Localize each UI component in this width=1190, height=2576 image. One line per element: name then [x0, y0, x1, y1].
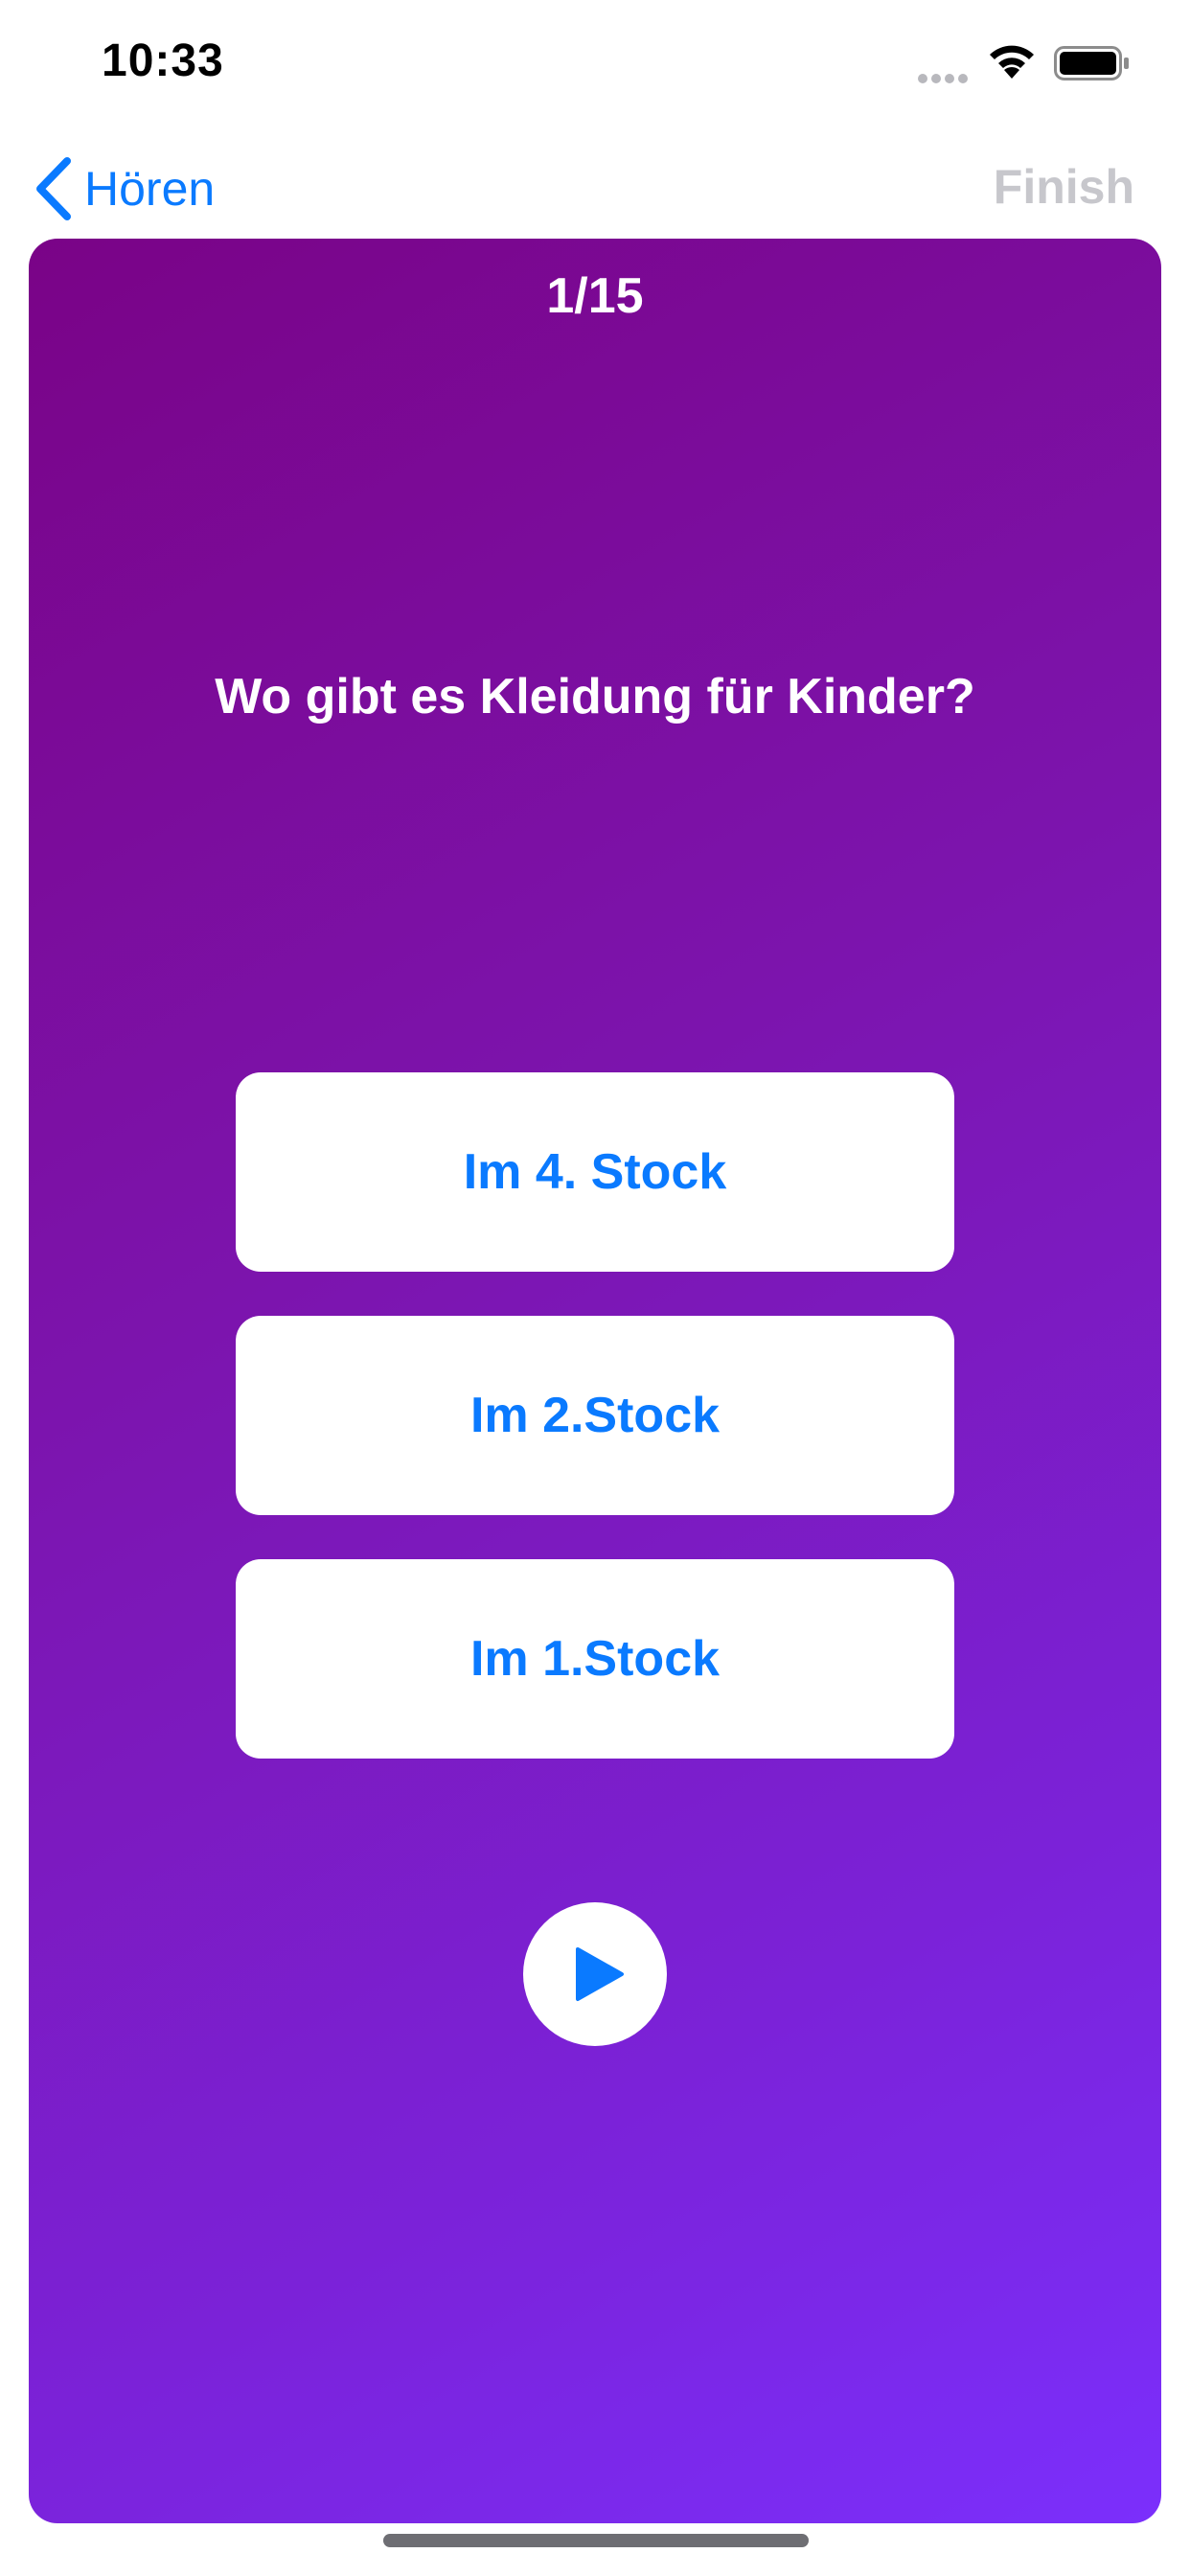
- answer-option-2[interactable]: Im 2.Stock: [236, 1316, 954, 1515]
- quiz-card: 1/15 Wo gibt es Kleidung für Kinder? Im …: [29, 239, 1161, 2523]
- question-text: Wo gibt es Kleidung für Kinder?: [215, 669, 975, 724]
- question-progress: 1/15: [546, 268, 644, 324]
- finish-button[interactable]: Finish: [994, 159, 1134, 215]
- home-indicator[interactable]: [383, 2534, 809, 2547]
- status-time: 10:33: [102, 35, 224, 86]
- wifi-icon: [990, 45, 1034, 79]
- answer-option-1[interactable]: Im 4. Stock: [236, 1072, 954, 1272]
- answer-options: Im 4. Stock Im 2.Stock Im 1.Stock: [236, 1072, 954, 1803]
- back-button[interactable]: Hören: [33, 155, 215, 222]
- answer-option-3[interactable]: Im 1.Stock: [236, 1559, 954, 1759]
- play-icon: [576, 1947, 624, 2001]
- navigation-bar: Hören Finish: [0, 134, 1190, 240]
- status-bar: 10:33: [0, 0, 1190, 134]
- battery-icon: [1054, 46, 1129, 80]
- chevron-left-icon: [36, 157, 71, 220]
- cellular-signal-icon: [918, 71, 972, 83]
- play-audio-button[interactable]: [523, 1902, 667, 2046]
- back-button-label: Hören: [84, 162, 216, 216]
